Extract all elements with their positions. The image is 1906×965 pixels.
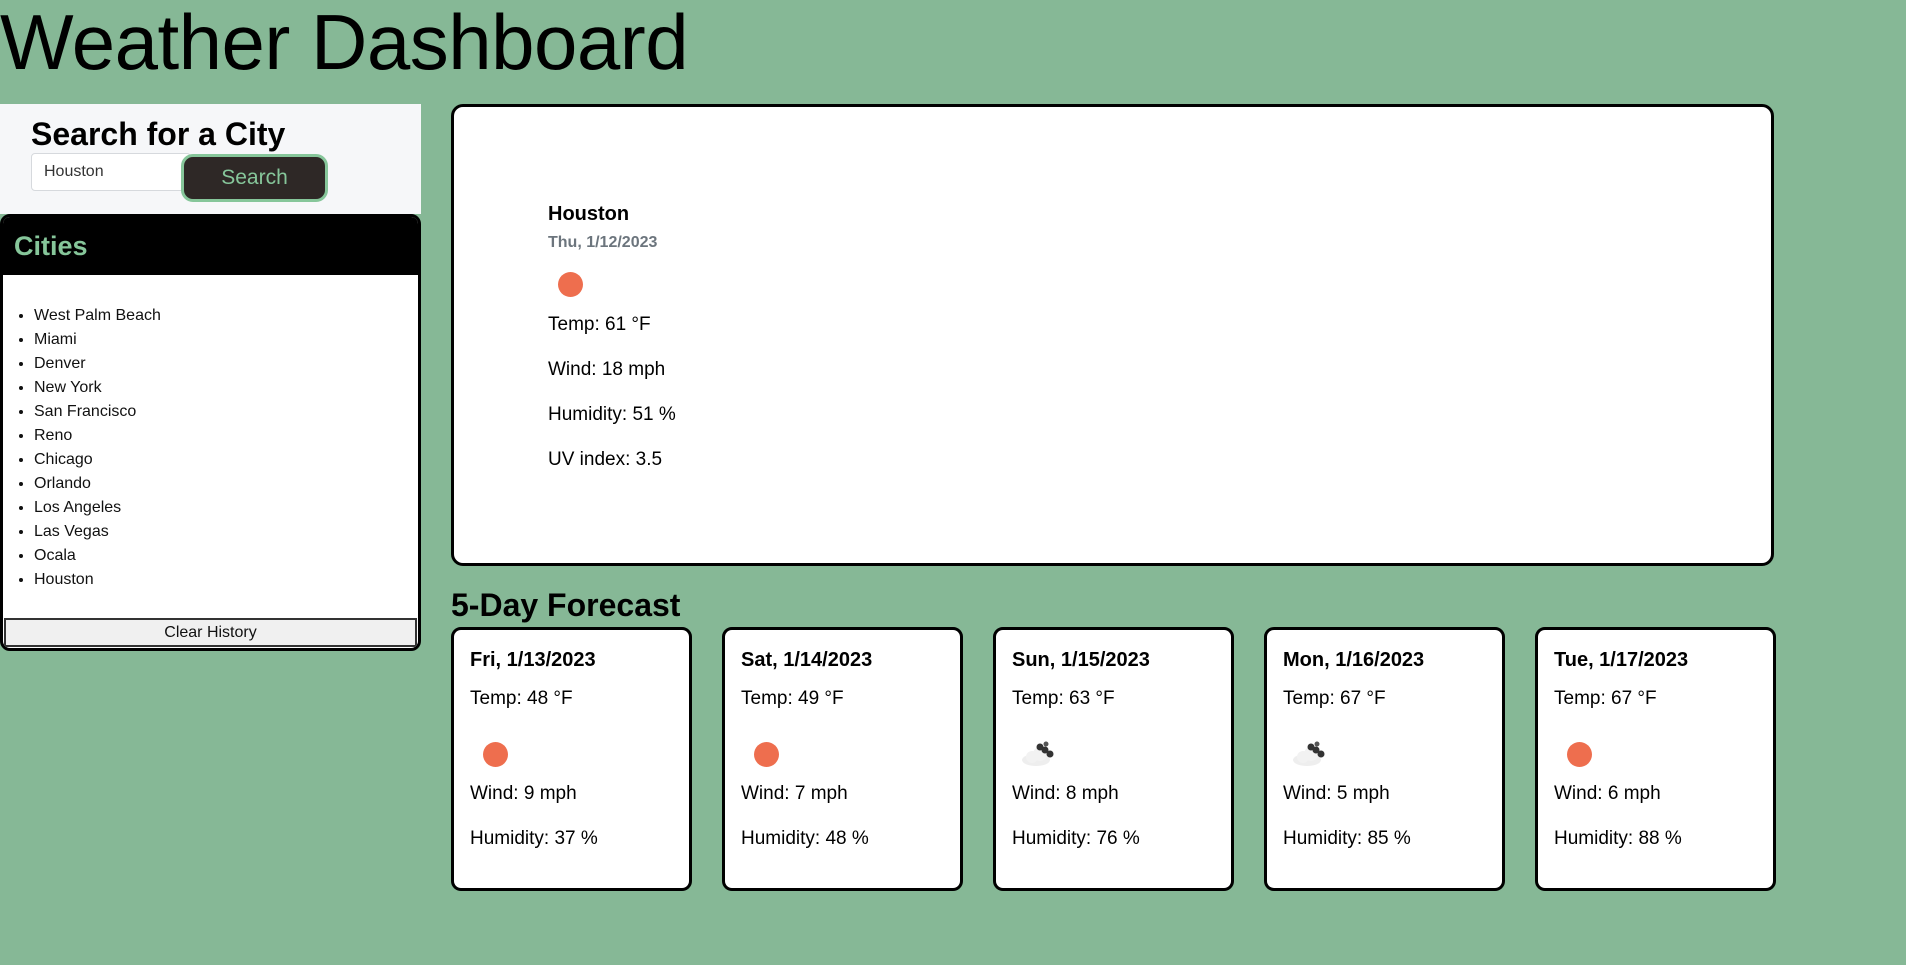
forecast-card: Mon, 1/16/2023 Temp: 67 °F Wind: 5 mph H… <box>1264 627 1505 891</box>
forecast-wind: Wind: 5 mph <box>1283 783 1390 804</box>
city-item[interactable]: Chicago <box>34 448 418 472</box>
city-item[interactable]: Los Angeles <box>34 496 418 520</box>
current-humidity: Humidity: 51 % <box>548 404 676 425</box>
forecast-wind: Wind: 9 mph <box>470 783 577 804</box>
sun-icon <box>1567 742 1592 767</box>
clear-history-button[interactable]: Clear History <box>4 618 417 647</box>
city-item[interactable]: Denver <box>34 352 418 376</box>
forecast-temp: Temp: 49 °F <box>741 688 844 709</box>
current-temp: Temp: 61 °F <box>548 314 651 335</box>
forecast-card: Sat, 1/14/2023 Temp: 49 °F Wind: 7 mph H… <box>722 627 963 891</box>
forecast-date: Tue, 1/17/2023 <box>1554 649 1689 671</box>
current-city: Houston <box>548 203 630 225</box>
forecast-heading: 5-Day Forecast <box>451 587 681 623</box>
city-item[interactable]: Miami <box>34 328 418 352</box>
forecast-humidity: Humidity: 88 % <box>1554 828 1682 849</box>
current-uv-index: UV index: 3.5 <box>548 449 663 470</box>
search-button[interactable]: Search <box>181 154 328 202</box>
search-heading: Search for a City <box>31 116 286 152</box>
forecast-temp: Temp: 63 °F <box>1012 688 1115 709</box>
cloud-rain-icon <box>1022 741 1054 766</box>
forecast-date: Sun, 1/15/2023 <box>1012 649 1150 671</box>
forecast-date: Mon, 1/16/2023 <box>1283 649 1425 671</box>
forecast-humidity: Humidity: 85 % <box>1283 828 1411 849</box>
forecast-humidity: Humidity: 37 % <box>470 828 598 849</box>
cities-heading: Cities <box>3 217 418 275</box>
city-item[interactable]: Houston <box>34 568 418 592</box>
city-item[interactable]: Las Vegas <box>34 520 418 544</box>
forecast-humidity: Humidity: 48 % <box>741 828 869 849</box>
sun-icon <box>483 742 508 767</box>
forecast-temp: Temp: 67 °F <box>1554 688 1657 709</box>
city-history-list: West Palm Beach Miami Denver New York Sa… <box>3 304 418 592</box>
forecast-date: Fri, 1/13/2023 <box>470 649 596 671</box>
city-item[interactable]: West Palm Beach <box>34 304 418 328</box>
forecast-wind: Wind: 6 mph <box>1554 783 1661 804</box>
search-input[interactable] <box>31 153 191 191</box>
city-item[interactable]: San Francisco <box>34 400 418 424</box>
city-item[interactable]: Orlando <box>34 472 418 496</box>
cities-panel: Cities West Palm Beach Miami Denver New … <box>0 214 421 651</box>
forecast-date: Sat, 1/14/2023 <box>741 649 873 671</box>
sun-icon <box>558 272 583 297</box>
forecast-card: Tue, 1/17/2023 Temp: 67 °F Wind: 6 mph H… <box>1535 627 1776 891</box>
forecast-temp: Temp: 67 °F <box>1283 688 1386 709</box>
city-item[interactable]: Ocala <box>34 544 418 568</box>
city-item[interactable]: New York <box>34 376 418 400</box>
forecast-wind: Wind: 8 mph <box>1012 783 1119 804</box>
forecast-wind: Wind: 7 mph <box>741 783 848 804</box>
forecast-card: Sun, 1/15/2023 Temp: 63 °F Wind: 8 mph H… <box>993 627 1234 891</box>
cloud-rain-icon <box>1293 741 1325 766</box>
forecast-humidity: Humidity: 76 % <box>1012 828 1140 849</box>
sun-icon <box>754 742 779 767</box>
forecast-card: Fri, 1/13/2023 Temp: 48 °F Wind: 9 mph H… <box>451 627 692 891</box>
current-wind: Wind: 18 mph <box>548 359 666 380</box>
forecast-temp: Temp: 48 °F <box>470 688 573 709</box>
current-weather-card: Houston Thu, 1/12/2023 Temp: 61 °F Wind:… <box>451 104 1774 566</box>
page-title: Weather Dashboard <box>0 0 689 86</box>
city-item[interactable]: Reno <box>34 424 418 448</box>
current-date: Thu, 1/12/2023 <box>548 234 658 251</box>
